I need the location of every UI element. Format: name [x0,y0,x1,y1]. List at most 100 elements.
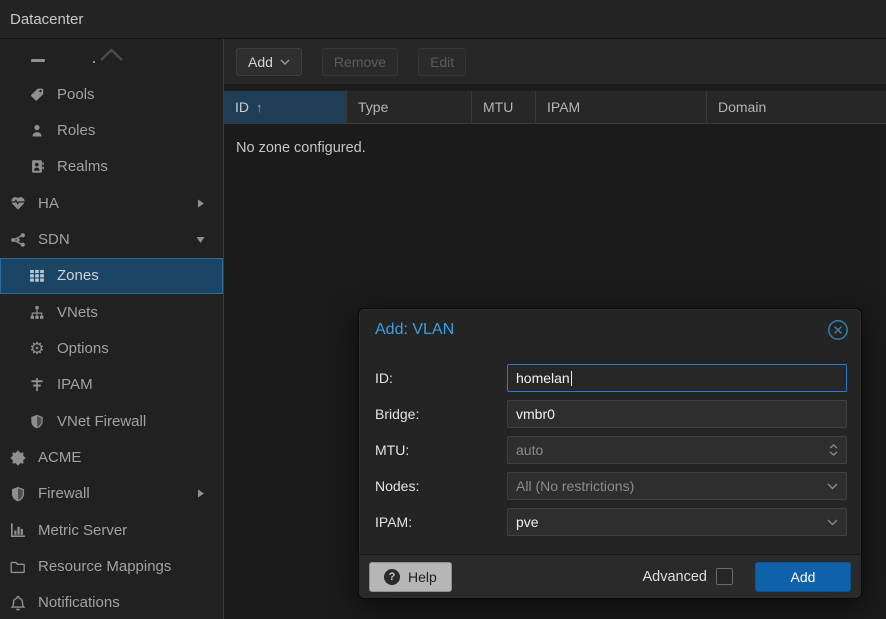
bridge-field[interactable]: vmbr0 [507,400,847,428]
question-mark-icon: ? [384,569,400,585]
sidebar-item-resource-mappings[interactable]: Resource Mappings [0,548,223,584]
sidebar-item-vnet-firewall[interactable]: VNet Firewall [0,403,223,439]
ipam-select[interactable]: pve [507,508,847,536]
sidebar-partial-item[interactable] [0,39,223,76]
nodes-field-label: Nodes: [375,478,507,494]
sidebar-item-label: Firewall [38,485,90,502]
column-header-ipam[interactable]: IPAM [536,91,707,123]
certificate-icon [10,450,26,466]
shield-icon [29,414,45,429]
app-window: Datacenter Pools Roles [0,0,886,619]
column-header-mtu[interactable]: MTU [472,91,536,123]
sidebar-item-roles[interactable]: Roles [0,112,223,148]
sidebar-item-options[interactable]: ⚙ Options [0,330,223,366]
bridge-field-value: vmbr0 [516,406,555,422]
column-label: Type [358,99,388,115]
sidebar-item-label: Realms [57,158,108,175]
dialog-add-button-label: Add [791,569,816,585]
user-icon [29,123,45,138]
top-header-bar: Datacenter [0,0,886,39]
partial-text-fragment [93,61,95,63]
sidebar-item-vnets[interactable]: VNets [0,294,223,330]
chevron-down-icon[interactable] [196,236,205,244]
sidebar-item-realms[interactable]: Realms [0,149,223,185]
folder-icon [10,559,26,575]
sidebar-item-label: Pools [57,86,95,103]
dialog-add-button[interactable]: Add [755,562,851,592]
empty-table-message: No zone configured. [236,140,886,156]
ipam-icon [29,377,45,392]
chevron-down-icon [827,519,838,526]
dialog-header[interactable]: Add: VLAN [359,309,861,351]
sidebar-item-label: VNet Firewall [57,413,146,430]
sidebar-item-metric-server[interactable]: Metric Server [0,512,223,548]
sidebar-tree: Pools Roles Realms HA [0,39,224,619]
column-header-domain[interactable]: Domain [707,91,886,123]
column-label: Domain [718,99,766,115]
dialog-body: ID: homelan Bridge: vmbr0 MTU: auto [359,351,861,536]
network-icon [10,232,26,248]
sidebar-item-ipam[interactable]: IPAM [0,367,223,403]
page-title: Datacenter [10,11,83,28]
sidebar-item-label: Roles [57,122,95,139]
sidebar-item-label: Resource Mappings [38,558,171,575]
advanced-checkbox[interactable] [716,568,733,585]
sidebar-item-pools[interactable]: Pools [0,76,223,112]
sidebar-item-label: Notifications [38,594,120,611]
sidebar-item-label: Options [57,340,109,357]
sidebar-item-label: Metric Server [38,522,127,539]
shield-icon [10,486,26,502]
scroll-up-indicator-icon[interactable] [99,48,124,62]
sidebar-item-acme[interactable]: ACME [0,439,223,475]
sidebar-item-label: IPAM [57,376,93,393]
dialog-footer: ? Help Advanced Add [359,554,861,598]
nodes-field-value: All (No restrictions) [516,478,634,494]
add-button-label: Add [248,54,273,70]
help-button[interactable]: ? Help [369,562,452,592]
ipam-field-label: IPAM: [375,514,507,530]
sidebar-item-sdn[interactable]: SDN [0,221,223,257]
chevron-right-icon[interactable] [197,489,205,498]
close-icon[interactable] [827,319,849,341]
gear-icon: ⚙ [29,342,45,356]
zones-table-header: ID ↑ Type MTU IPAM Domain [224,90,886,124]
ipam-field-value: pve [516,514,539,530]
text-cursor [571,371,572,386]
field-row-mtu: MTU: auto [375,436,847,464]
add-button[interactable]: Add [236,48,302,76]
chevron-right-icon[interactable] [197,199,205,208]
tag-icon [29,87,45,102]
sidebar-item-notifications[interactable]: Notifications [0,585,223,619]
id-field-label: ID: [375,370,507,386]
field-row-nodes: Nodes: All (No restrictions) [375,472,847,500]
bridge-field-label: Bridge: [375,406,507,422]
help-button-label: Help [408,569,437,585]
sidebar-item-label: Zones [57,267,99,284]
grid-icon [29,268,45,283]
sidebar-item-label: ACME [38,449,81,466]
sidebar-item-firewall[interactable]: Firewall [0,476,223,512]
sitemap-icon [29,305,45,320]
sort-asc-icon: ↑ [256,100,263,115]
sidebar-item-label: SDN [38,231,70,248]
sidebar-item-ha[interactable]: HA [0,185,223,221]
spinner-arrows-icon [829,444,838,456]
column-label: ID [235,99,249,115]
heartbeat-icon [10,195,26,211]
field-row-id: ID: homelan [375,364,847,392]
remove-button: Remove [322,48,398,76]
address-book-icon [29,159,45,174]
remove-button-label: Remove [334,54,386,70]
add-vlan-dialog: Add: VLAN ID: homelan Bridge: vmbr0 [358,308,862,599]
id-field[interactable]: homelan [507,364,847,392]
advanced-label: Advanced [643,569,708,585]
field-row-ipam: IPAM: pve [375,508,847,536]
dialog-title: Add: VLAN [375,321,454,339]
edit-button: Edit [418,48,466,76]
sidebar-item-label: HA [38,195,59,212]
chevron-down-icon [280,59,290,65]
field-row-bridge: Bridge: vmbr0 [375,400,847,428]
column-header-type[interactable]: Type [347,91,472,123]
sidebar-item-zones[interactable]: Zones [0,258,223,294]
column-header-id[interactable]: ID ↑ [224,91,347,123]
